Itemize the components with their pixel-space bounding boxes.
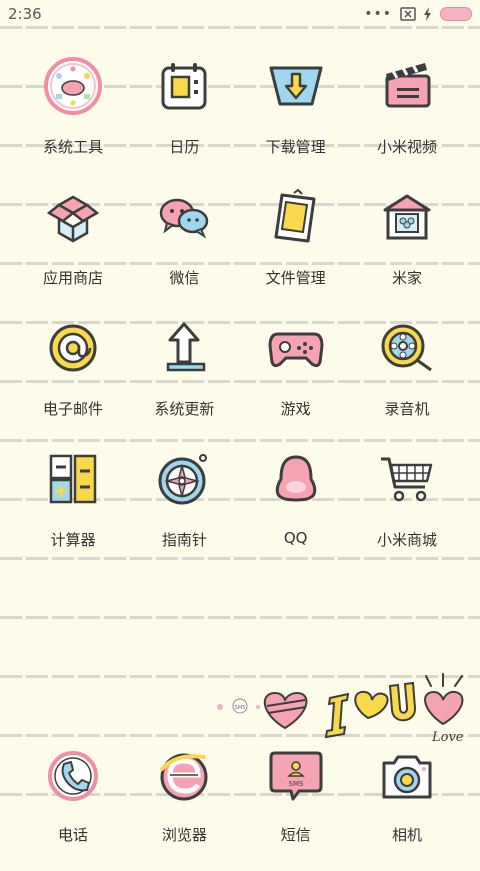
download-icon [264,54,328,118]
wechat-icon [152,185,216,249]
app-label: 系统更新 [154,400,215,418]
more-dots-icon: ••• [364,6,392,22]
status-icons: ••• [364,6,472,22]
decor-sms-text: SMS [235,705,246,711]
appstore-icon [41,185,105,249]
status-bar: 2:36 ••• [0,0,480,28]
app-label: 游戏 [280,400,311,418]
app-camera[interactable]: 相机 [352,740,462,871]
app-sms[interactable]: SMS 短信 [241,740,351,871]
app-qq[interactable]: QQ [241,421,351,552]
app-file-manager[interactable]: 文件管理 [241,159,351,290]
calendar-icon [152,54,216,118]
app-label: 相机 [391,826,422,844]
app-video[interactable]: 小米视频 [352,28,462,159]
app-label: 米家 [391,269,422,287]
app-label: 日历 [169,138,200,156]
video-icon [375,54,439,118]
app-label: 浏览器 [161,826,207,844]
app-label: 电子邮件 [42,400,103,418]
app-mihome[interactable]: 米家 [352,159,462,290]
mihome-icon [375,185,439,249]
app-wechat[interactable]: 微信 [129,159,239,290]
app-update[interactable]: 系统更新 [129,290,239,421]
app-shop[interactable]: 小米商城 [352,421,462,552]
app-label: 应用商店 [42,269,103,287]
app-label: 小米商城 [376,531,437,549]
app-label: 文件管理 [265,269,326,287]
love-decoration: SMS Love [210,668,480,748]
app-label: 系统工具 [42,138,103,156]
browser-icon [152,744,216,808]
app-tools[interactable]: 系统工具 [18,28,128,159]
compass-icon [152,447,216,511]
svg-text:SMS: SMS [288,780,303,788]
update-icon [152,316,216,380]
qq-icon [264,447,328,511]
battery-icon [440,7,472,21]
app-email[interactable]: 电子邮件 [18,290,128,421]
dock: 电话 浏览器 SMS 短信 相机 [0,740,480,871]
app-phone[interactable]: 电话 [18,740,128,871]
app-label: 小米视频 [376,138,437,156]
tools-icon [41,54,105,118]
app-label: 短信 [280,826,311,844]
app-label: 录音机 [384,400,430,418]
app-label: 微信 [169,269,200,287]
app-compass[interactable]: 指南针 [129,421,239,552]
app-grid: 系统工具 日历 下载管理 小米视频应用商店 微信 文件管理 米家电子邮件 系统更新 游戏 录音机计… [0,28,480,552]
recorder-icon [375,316,439,380]
app-label: 电话 [57,826,88,844]
app-recorder[interactable]: 录音机 [352,290,462,421]
status-time: 2:36 [8,5,42,23]
app-calculator[interactable]: 计算器 [18,421,128,552]
app-label: 下载管理 [265,138,326,156]
email-icon [41,316,105,380]
app-appstore[interactable]: 应用商店 [18,159,128,290]
sim-x-icon [400,7,416,21]
camera-icon [375,744,439,808]
app-label: 指南针 [161,531,207,549]
calculator-icon [41,447,105,511]
app-label: QQ [283,529,308,547]
app-calendar[interactable]: 日历 [129,28,239,159]
app-label: 计算器 [50,531,96,549]
app-game[interactable]: 游戏 [241,290,351,421]
app-browser[interactable]: 浏览器 [129,740,239,871]
shop-icon [375,447,439,511]
charging-icon [424,7,431,21]
phone-icon [41,744,105,808]
game-icon [264,316,328,380]
sms-icon: SMS [264,744,328,808]
file-manager-icon [264,185,328,249]
app-download[interactable]: 下载管理 [241,28,351,159]
